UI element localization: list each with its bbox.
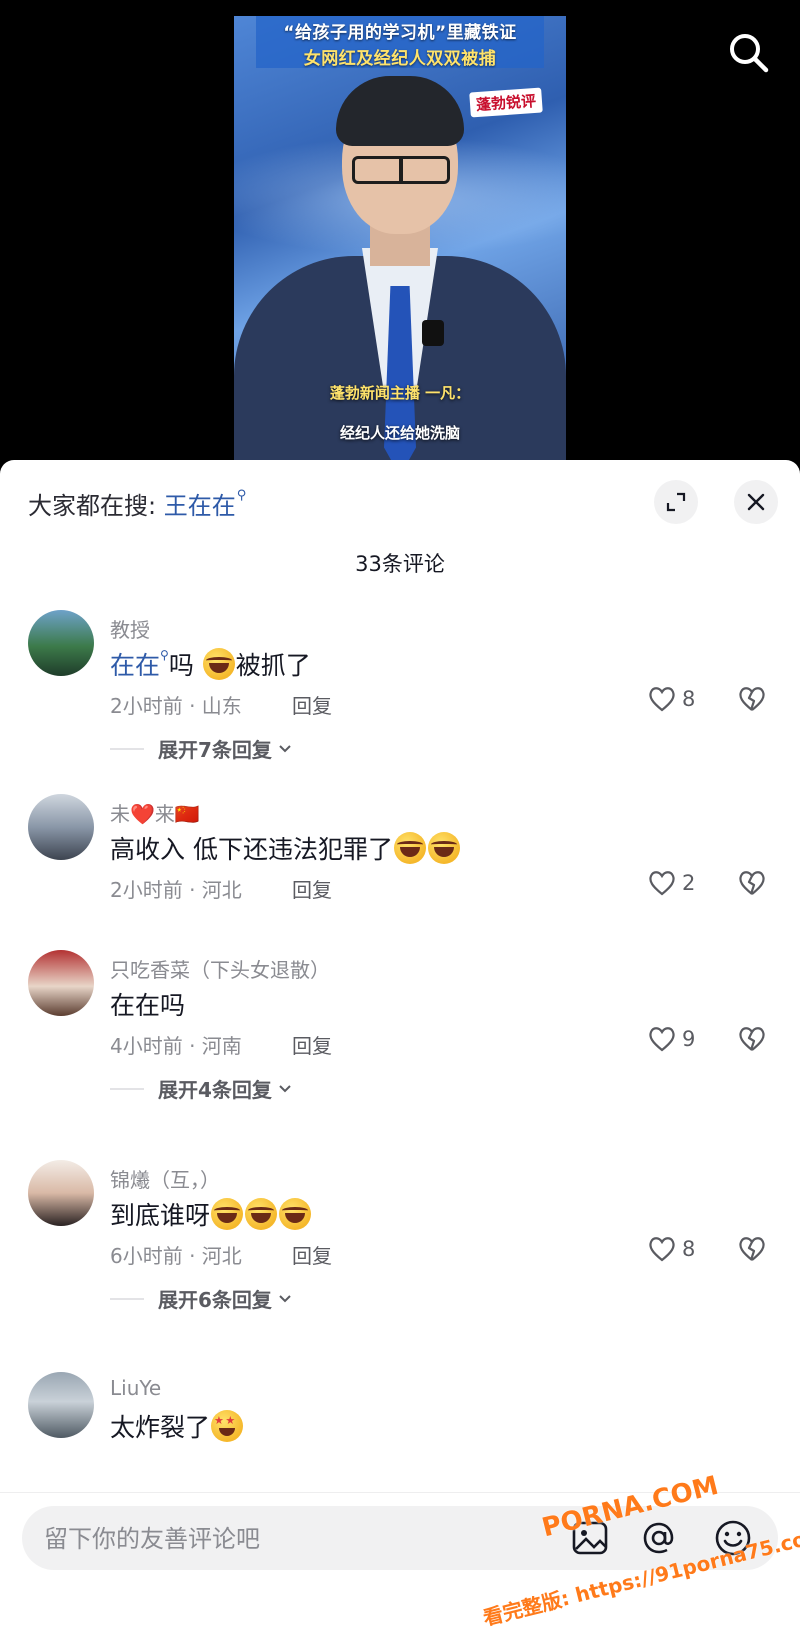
expand-replies-button[interactable]: 展开4条回复: [110, 1074, 292, 1103]
expand-icon: [666, 492, 686, 512]
comment-time-location: 6小时前 · 河北: [110, 1244, 242, 1268]
chevron-down-icon: [279, 1084, 291, 1092]
comment-time-location: 2小时前 · 河北: [110, 878, 242, 902]
comment-text-tail: 被抓了: [235, 651, 311, 680]
like-count: 9: [682, 1027, 696, 1051]
dislike-button[interactable]: [738, 1026, 766, 1056]
reply-button[interactable]: 回复: [292, 874, 332, 903]
comment-text: 太炸裂了: [110, 1408, 244, 1444]
grin-sweat-emoji-icon: [211, 1198, 244, 1230]
close-icon: [747, 493, 765, 511]
subtitle-text: 经纪人还给她洗脑: [339, 424, 460, 442]
trending-search[interactable]: 大家都在搜: 王在在⚲: [28, 486, 246, 521]
channel-logo: 蓬勃锐评: [469, 87, 543, 118]
mention-button[interactable]: [642, 1521, 676, 1559]
heart-icon: [649, 687, 675, 712]
dislike-button[interactable]: [738, 1236, 766, 1266]
comment-search-link[interactable]: 在在: [110, 651, 160, 680]
like-button[interactable]: 8: [648, 686, 695, 712]
like-button[interactable]: 2: [648, 870, 695, 896]
expand-replies-label: 展开7条回复: [158, 738, 272, 762]
comment-time-location: 2小时前 · 山东: [110, 694, 242, 718]
trending-query-link[interactable]: 王在在: [164, 492, 236, 520]
anchor-hair: [336, 76, 464, 146]
video-area[interactable]: “给孩子用的学习机”里藏铁证 女网红及经纪人双双被捕 蓬勃锐评 蓬勃新闻主播 一…: [0, 0, 800, 470]
comment-text-part: 吗: [168, 651, 202, 680]
username-part: 未: [110, 802, 130, 826]
comment-input[interactable]: [22, 1506, 566, 1572]
avatar[interactable]: [28, 950, 94, 1016]
divider-line: [110, 1087, 144, 1090]
reply-button[interactable]: 回复: [292, 1030, 332, 1059]
expand-replies-label: 展开6条回复: [158, 1288, 272, 1312]
expand-replies-button[interactable]: 展开7条回复: [110, 734, 292, 763]
like-count: 2: [682, 871, 696, 895]
subtitle-speaker: 蓬勃新闻主播 一凡：: [329, 384, 471, 402]
search-button[interactable]: [726, 30, 772, 76]
heart-icon: [649, 1027, 675, 1052]
comment-text: 到底谁呀: [110, 1196, 312, 1232]
comment-text: 在在⚲吗 被抓了: [110, 646, 311, 682]
divider-line: [110, 1297, 144, 1300]
comment-username[interactable]: 教授: [110, 614, 150, 643]
laugh-cry-emoji-icon: [393, 832, 426, 864]
lapel-mic: [422, 320, 444, 346]
avatar[interactable]: [28, 1372, 94, 1438]
comment-text: 高收入 低下还违法犯罪了: [110, 830, 461, 866]
username-part: 来: [154, 802, 175, 826]
dislike-button[interactable]: [738, 870, 766, 900]
laugh-cry-emoji-icon: [427, 832, 460, 864]
chevron-down-icon: [279, 1294, 291, 1302]
avatar[interactable]: [28, 794, 94, 860]
heart-icon: [649, 1237, 675, 1262]
grin-sweat-emoji-icon: [245, 1198, 278, 1230]
dislike-button[interactable]: [738, 686, 766, 716]
expand-replies-button[interactable]: 展开6条回复: [110, 1284, 292, 1313]
like-button[interactable]: 8: [648, 1236, 695, 1262]
comment-text-part: 到底谁呀: [110, 1201, 211, 1230]
broken-heart-icon: [739, 1237, 765, 1261]
close-button[interactable]: [734, 480, 778, 524]
trending-prefix: 大家都在搜:: [28, 492, 164, 520]
comment-time-location: 4小时前 · 河南: [110, 1034, 242, 1058]
video-caption-line1: “给孩子用的学习机”里藏铁证: [283, 23, 517, 43]
anchor-glasses: [352, 156, 450, 184]
avatar[interactable]: [28, 610, 94, 676]
reply-button[interactable]: 回复: [292, 1240, 332, 1269]
comment-username[interactable]: 只吃香菜（下头女退散）: [110, 954, 330, 983]
chevron-down-icon: [279, 744, 291, 752]
comment-sheet: 大家都在搜: 王在在⚲ 33条评论 教授 在在⚲吗 被抓了 2小时前 · 山东 …: [0, 460, 800, 1642]
comment-username[interactable]: 锦爔（互，）: [110, 1164, 220, 1193]
like-count: 8: [682, 1237, 696, 1261]
like-count: 8: [682, 687, 696, 711]
like-button[interactable]: 9: [648, 1026, 695, 1052]
broken-heart-icon: [739, 687, 765, 711]
comment-username[interactable]: LiuYe: [110, 1376, 161, 1400]
at-icon: [643, 1522, 674, 1554]
broken-heart-icon: [739, 871, 765, 895]
video-caption-line2: 女网红及经纪人双双被捕: [303, 49, 497, 69]
comment-text: 在在吗: [110, 991, 186, 1020]
avatar[interactable]: [28, 1160, 94, 1226]
comment-text-part: 太炸裂了: [110, 1413, 211, 1442]
comment-count: 33条评论: [355, 552, 445, 576]
comment-username[interactable]: 未❤️来🇨🇳: [110, 798, 200, 827]
flag-emoji-icon: 🇨🇳: [174, 802, 200, 826]
expand-button[interactable]: [654, 480, 698, 524]
reply-button[interactable]: 回复: [292, 690, 332, 719]
video-frame[interactable]: “给孩子用的学习机”里藏铁证 女网红及经纪人双双被捕 蓬勃锐评 蓬勃新闻主播 一…: [234, 16, 566, 470]
laugh-cry-emoji-icon: [202, 648, 235, 680]
divider-line: [110, 747, 144, 750]
search-icon: [730, 34, 769, 73]
magnifier-icon: ⚲: [236, 488, 247, 503]
heart-emoji-icon: ❤️: [130, 802, 155, 826]
grin-sweat-emoji-icon: [279, 1198, 312, 1230]
sheet-header: 大家都在搜: 王在在⚲: [0, 460, 800, 540]
star-struck-emoji-icon: [211, 1410, 244, 1442]
expand-replies-label: 展开4条回复: [158, 1078, 272, 1102]
magnifier-icon: ⚲: [160, 648, 169, 662]
broken-heart-icon: [739, 1027, 765, 1051]
comment-text-part: 高收入 低下还违法犯罪了: [110, 835, 393, 864]
heart-icon: [649, 871, 675, 896]
